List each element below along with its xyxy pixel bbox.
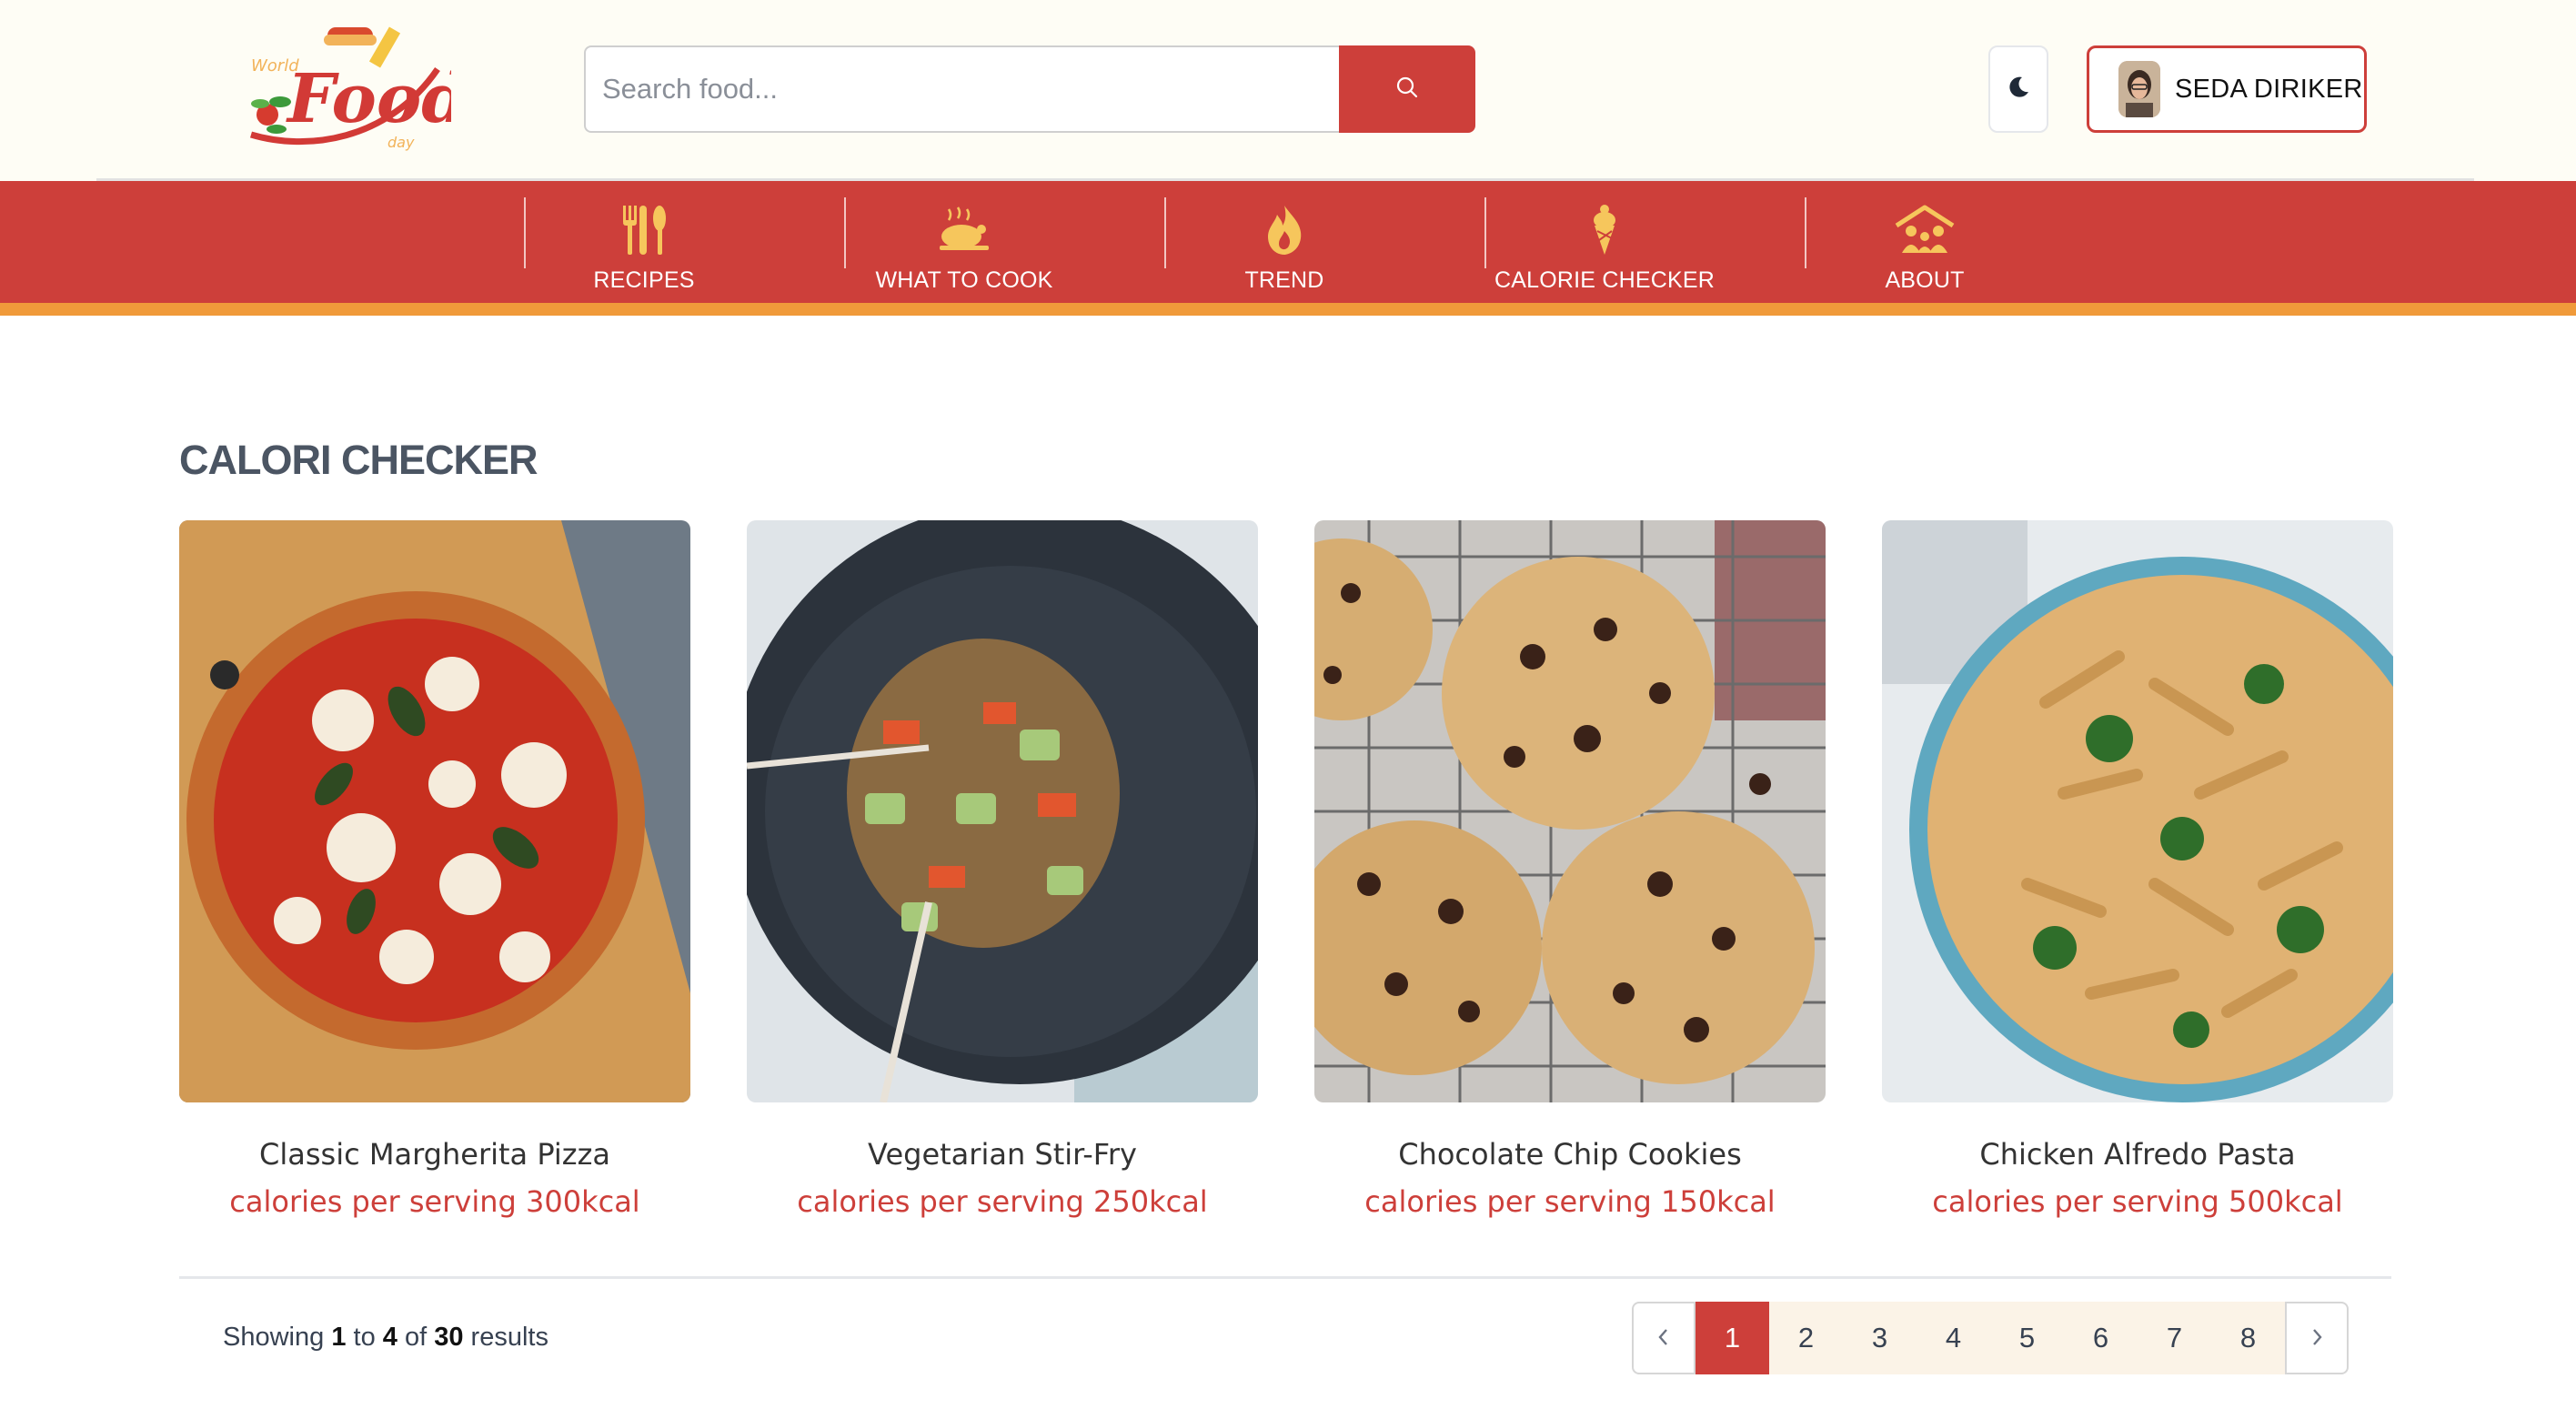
results-summary: Showing 1 to 4 of 30 results: [223, 1323, 548, 1352]
nav-label: ABOUT: [1885, 267, 1965, 293]
food-image-pasta[interactable]: [1882, 520, 2393, 1102]
food-image-cookies[interactable]: [1314, 520, 1826, 1102]
page-button[interactable]: 3: [1843, 1302, 1917, 1374]
food-image-pizza[interactable]: [179, 520, 690, 1102]
nav-label: WHAT TO COOK: [875, 267, 1053, 293]
page-button[interactable]: 4: [1917, 1302, 1990, 1374]
search-icon: [1395, 75, 1419, 104]
user-name: SEDA DIRIKER: [2175, 74, 2363, 104]
food-card[interactable]: Chicken Alfredo Pasta calories per servi…: [1882, 520, 2393, 1219]
previous-page-button[interactable]: [1632, 1302, 1696, 1374]
roast-chicken-icon: [936, 200, 992, 257]
food-calories: calories per serving 500kcal: [1932, 1184, 2343, 1219]
food-name[interactable]: Chicken Alfredo Pasta: [1882, 1137, 2393, 1172]
ice-cream-icon: [1588, 200, 1621, 257]
nav-label: CALORIE CHECKER: [1494, 267, 1715, 293]
pagination-divider: [179, 1276, 2391, 1279]
nav-item-recipes[interactable]: RECIPES: [484, 181, 804, 303]
world-food-day-logo[interactable]: Food World day: [233, 15, 468, 160]
food-card[interactable]: Vegetarian Stir-Fry calories per serving…: [747, 520, 1258, 1219]
user-profile-button[interactable]: SEDA DIRIKER: [2087, 45, 2367, 133]
food-image-stir-fry[interactable]: [747, 520, 1258, 1102]
food-calories: calories per serving 150kcal: [1364, 1184, 1776, 1219]
flame-icon: [1264, 200, 1304, 257]
chevron-left-icon: [1655, 1322, 1672, 1354]
nav-item-about[interactable]: ABOUT: [1765, 181, 2085, 303]
page-button[interactable]: 5: [1990, 1302, 2064, 1374]
page-button[interactable]: 1: [1696, 1302, 1769, 1374]
nav-label: TREND: [1244, 267, 1324, 293]
search-button[interactable]: [1339, 45, 1475, 133]
food-name[interactable]: Chocolate Chip Cookies: [1314, 1137, 1826, 1172]
food-card[interactable]: Classic Margherita Pizza calories per se…: [179, 520, 690, 1219]
food-calories: calories per serving 250kcal: [797, 1184, 1208, 1219]
nav-item-calorie-checker[interactable]: CALORIE CHECKER: [1444, 181, 1765, 303]
page-button[interactable]: 8: [2211, 1302, 2285, 1374]
svg-text:day: day: [387, 134, 415, 151]
search-bar: [584, 45, 1475, 133]
chevron-right-icon: [2309, 1322, 2325, 1354]
nav-accent-stripe: [0, 303, 2576, 316]
next-page-button[interactable]: [2285, 1302, 2349, 1374]
main-nav: RECIPES WHAT TO COOK TREND CALORIE CHECK…: [0, 181, 2576, 303]
food-calories: calories per serving 300kcal: [229, 1184, 640, 1219]
page-button[interactable]: 7: [2138, 1302, 2211, 1374]
moon-icon: [2005, 74, 2032, 106]
nav-item-trend[interactable]: TREND: [1124, 181, 1444, 303]
avatar: [2118, 61, 2160, 117]
nav-item-what-to-cook[interactable]: WHAT TO COOK: [804, 181, 1124, 303]
utensils-icon: [618, 200, 670, 257]
search-input[interactable]: [584, 45, 1339, 133]
page-button[interactable]: 6: [2064, 1302, 2138, 1374]
food-card[interactable]: Chocolate Chip Cookies calories per serv…: [1314, 520, 1826, 1219]
page-button[interactable]: 2: [1769, 1302, 1843, 1374]
food-name[interactable]: Classic Margherita Pizza: [179, 1137, 690, 1172]
food-name[interactable]: Vegetarian Stir-Fry: [747, 1137, 1258, 1172]
family-house-icon: [1893, 200, 1957, 257]
pagination: 1 2 3 4 5 6 7 8: [1632, 1302, 2349, 1374]
nav-label: RECIPES: [593, 267, 695, 293]
page-title: CALORI CHECKER: [179, 437, 538, 483]
header: Food World day Search food... SEDA DIRIK…: [0, 0, 2576, 182]
dark-mode-toggle[interactable]: [1988, 45, 2048, 133]
svg-text:World: World: [251, 56, 299, 75]
